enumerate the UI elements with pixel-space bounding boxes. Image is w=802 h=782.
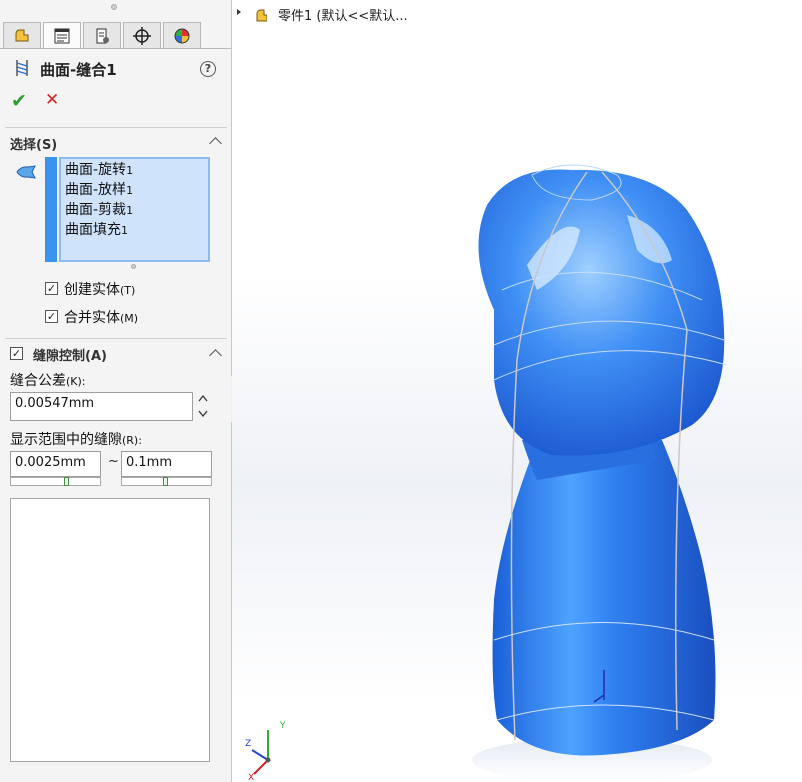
section-divider: [5, 338, 227, 339]
configuration-manager-icon: [96, 28, 109, 43]
selected-surfaces-list[interactable]: 曲面-旋转1 曲面-放样1 曲面-剪裁1 曲面填充1: [59, 157, 210, 262]
tab-configuration-manager[interactable]: [83, 22, 121, 48]
chevron-up-icon[interactable]: [209, 349, 222, 362]
crosshair-icon: [133, 26, 151, 45]
axis-x-label: X: [248, 773, 254, 782]
display-manager-icon: [174, 28, 190, 43]
tab-property-manager[interactable]: [43, 22, 81, 49]
merge-entities-checkbox[interactable]: ✓: [45, 310, 58, 323]
knit-surface-icon: [16, 60, 28, 76]
property-manager-panel: 曲面-缝合1 ? ✔ ✕ 选择(S) 曲面-旋转1 曲面-放样1 曲面-剪裁1 …: [0, 0, 232, 782]
list-item[interactable]: 曲面-剪裁1: [65, 199, 133, 219]
gap-control-checkbox[interactable]: ✓: [10, 347, 23, 360]
create-solid-checkbox[interactable]: ✓: [45, 282, 58, 295]
graphics-viewport[interactable]: 零件1 (默认<<默认... Y Z X: [232, 0, 802, 782]
axis-z-label: Z: [245, 739, 251, 749]
tab-feature-manager[interactable]: [3, 22, 41, 48]
tab-display-manager[interactable]: [163, 22, 201, 48]
gap-range-max-input[interactable]: 0.1mm: [121, 451, 212, 477]
selection-section-header[interactable]: 选择(S): [10, 134, 57, 153]
tolerance-spinner[interactable]: [196, 391, 210, 421]
tree-expand-icon[interactable]: [237, 6, 267, 26]
manager-tabs: [3, 22, 203, 49]
help-button[interactable]: ?: [200, 61, 216, 77]
gap-min-slider[interactable]: [10, 477, 101, 486]
gap-min-slider-thumb[interactable]: [64, 477, 69, 486]
list-item[interactable]: 曲面-旋转1: [65, 159, 133, 179]
feature-tree-root[interactable]: 零件1 (默认<<默认...: [278, 5, 408, 24]
section-divider: [5, 127, 227, 128]
gap-range-label: 显示范围中的缝隙(R):: [10, 432, 142, 448]
list-item[interactable]: 曲面-放样1: [65, 179, 133, 199]
create-solid-label: 创建实体(T): [64, 282, 136, 298]
gap-list-box[interactable]: [10, 498, 210, 762]
gap-control-section-header[interactable]: 缝隙控制(A): [33, 345, 107, 364]
gap-range-min-input[interactable]: 0.0025mm: [10, 451, 101, 477]
merge-entities-label: 合并实体(M): [64, 310, 139, 326]
range-separator: ~: [108, 454, 119, 469]
ok-button[interactable]: ✔: [11, 90, 27, 112]
list-resize-handle[interactable]: [131, 264, 136, 269]
tab-dimxpert-manager[interactable]: [123, 22, 161, 48]
cancel-button[interactable]: ✕: [45, 90, 59, 110]
surface-model[interactable]: [232, 0, 802, 782]
chevron-up-icon[interactable]: [209, 137, 222, 150]
knit-tolerance-input[interactable]: 0.00547mm: [10, 392, 193, 421]
feature-title: 曲面-缝合1: [40, 61, 117, 79]
spinner-arrows-icon: [198, 394, 208, 418]
surface-selection-icon: [16, 165, 36, 179]
property-manager-icon: [54, 28, 70, 44]
selection-active-bar: [45, 157, 57, 262]
panel-grip[interactable]: [111, 4, 117, 10]
gap-max-slider-thumb[interactable]: [163, 477, 168, 486]
reference-triad: Y Z X: [245, 721, 286, 782]
tabs-divider: [0, 48, 231, 49]
list-item[interactable]: 曲面填充1: [65, 219, 128, 239]
axis-y-label: Y: [279, 721, 286, 731]
feature-manager-icon: [15, 29, 29, 41]
knit-tolerance-label: 缝合公差(K):: [10, 373, 86, 389]
